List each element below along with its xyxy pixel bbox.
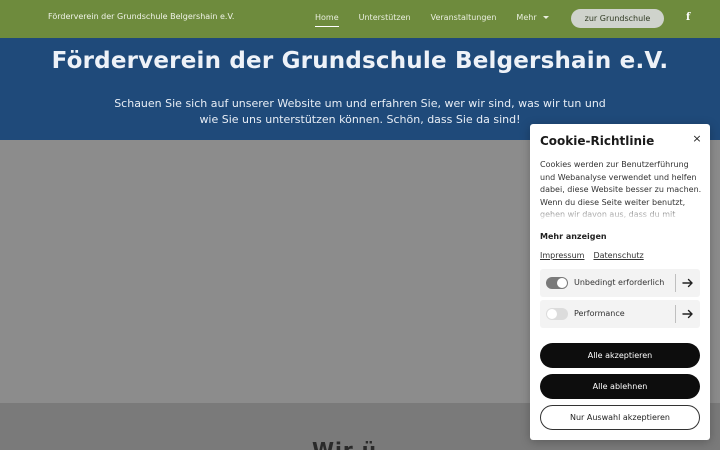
toggle-knob xyxy=(557,278,567,288)
accept-all-button[interactable]: Alle akzeptieren xyxy=(540,343,700,368)
pref-row-performance: Performance xyxy=(540,300,700,328)
hero-title: Förderverein der Grundschule Belgershain… xyxy=(51,48,669,74)
nav-item-mehr[interactable]: Mehr xyxy=(516,13,549,22)
nav-item-mehr-label: Mehr xyxy=(516,13,537,22)
text-fade xyxy=(540,205,702,221)
reject-all-button[interactable]: Alle ablehnen xyxy=(540,374,700,399)
main-nav: Home Unterstützen Veranstaltungen Mehr xyxy=(315,13,569,27)
impressum-link[interactable]: Impressum xyxy=(540,251,584,260)
performance-toggle[interactable] xyxy=(546,308,568,320)
pref-label-performance: Performance xyxy=(574,309,625,318)
toggle-knob xyxy=(547,309,557,319)
nav-item-veranstaltungen[interactable]: Veranstaltungen xyxy=(431,13,497,22)
pref-label-required: Unbedingt erforderlich xyxy=(574,278,665,287)
nav-item-unterstuetzen[interactable]: Unterstützen xyxy=(359,13,411,22)
accept-selection-button[interactable]: Nur Auswahl akzeptieren xyxy=(540,405,700,430)
cookie-consent-dialog: Cookie-Richtlinie × Cookies werden zur B… xyxy=(530,124,710,440)
facebook-icon[interactable]: f xyxy=(686,12,690,23)
grundschule-button[interactable]: zur Grundschule xyxy=(571,9,664,28)
required-toggle[interactable] xyxy=(546,277,568,289)
show-more-link[interactable]: Mehr anzeigen xyxy=(540,232,607,241)
nav-item-home[interactable]: Home xyxy=(315,13,339,27)
arrow-right-icon[interactable] xyxy=(680,306,696,322)
legal-links: Impressum Datenschutz xyxy=(540,251,644,260)
pref-row-required: Unbedingt erforderlich xyxy=(540,269,700,297)
datenschutz-link[interactable]: Datenschutz xyxy=(593,251,643,260)
arrow-right-icon[interactable] xyxy=(680,275,696,291)
divider xyxy=(675,305,676,323)
chevron-down-icon xyxy=(542,16,549,19)
cookie-title: Cookie-Richtlinie xyxy=(540,134,655,148)
section-heading-partial: Wir ü xyxy=(312,438,377,450)
close-icon[interactable]: × xyxy=(690,132,704,146)
page: Förderverein der Grundschule Belgershain… xyxy=(0,0,720,450)
cookie-body-text: Cookies werden zur Benutzerführung und W… xyxy=(540,159,702,221)
divider xyxy=(675,274,676,292)
site-name-link[interactable]: Förderverein der Grundschule Belgershain… xyxy=(48,12,234,21)
top-navigation-bar: Förderverein der Grundschule Belgershain… xyxy=(0,0,720,38)
